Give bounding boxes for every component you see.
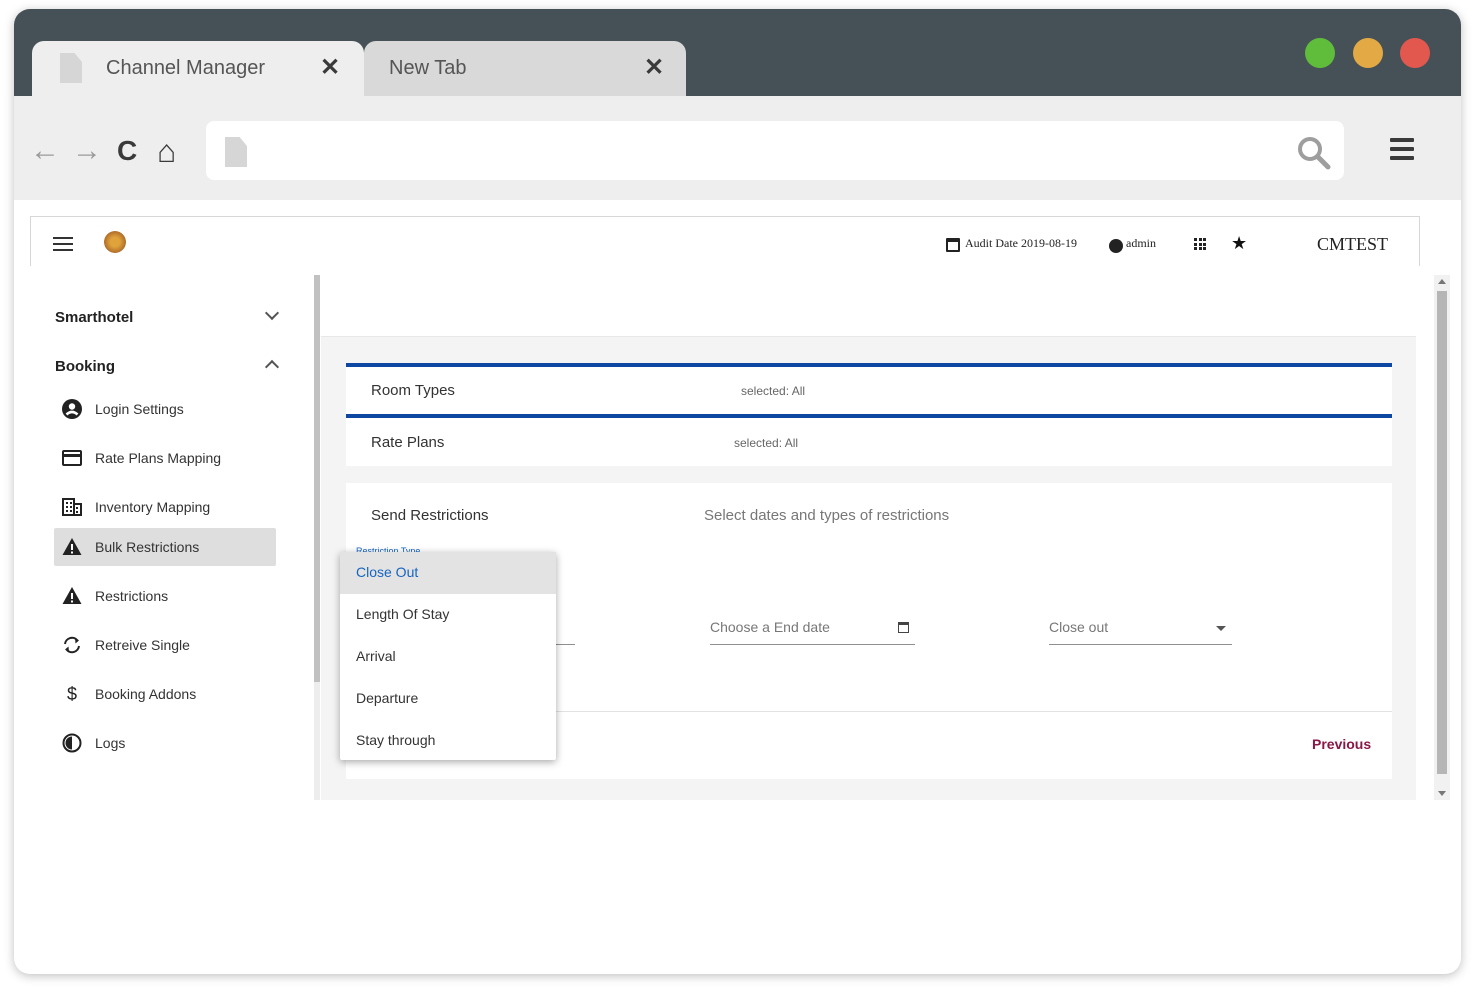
start-date-field[interactable] <box>556 613 575 645</box>
sidebar-scrollbar[interactable] <box>314 275 320 800</box>
chevron-up-icon[interactable] <box>264 359 280 375</box>
browser-menu-icon[interactable] <box>1390 138 1414 165</box>
option-label: Close Out <box>356 564 419 580</box>
panel-accent-bar <box>346 363 1392 367</box>
chevron-down-icon[interactable] <box>264 305 280 321</box>
send-restrictions-description: Select dates and types of restrictions <box>704 507 950 524</box>
tab-title: Channel Manager <box>106 57 265 79</box>
sidebar-item-inventory-mapping[interactable]: Inventory Mapping <box>54 488 276 526</box>
tab-channel-manager[interactable]: Channel Manager ✕ <box>32 41 364 96</box>
panel-accent-bar <box>346 414 1392 418</box>
close-window-button[interactable] <box>1400 38 1430 68</box>
room-types-selected: selected: All <box>741 384 806 398</box>
sync-icon <box>62 635 82 655</box>
url-bar[interactable] <box>206 121 1344 180</box>
scroll-up-icon[interactable] <box>1438 279 1446 284</box>
sidebar-item-bulk-restrictions[interactable]: Bulk Restrictions <box>54 528 276 566</box>
sidebar-item-label: Inventory Mapping <box>95 499 211 515</box>
maximize-button[interactable] <box>1305 38 1335 68</box>
dropdown-option-length-of-stay[interactable]: Length Of Stay <box>340 594 556 636</box>
dropdown-option-arrival[interactable]: Arrival <box>340 636 556 678</box>
reload-icon[interactable]: C <box>117 136 137 166</box>
user-icon <box>1109 239 1123 253</box>
apps-grid-icon[interactable] <box>1194 238 1206 250</box>
send-restrictions-title: Send Restrictions <box>371 507 489 524</box>
sidebar-group-smarthotel[interactable]: Smarthotel <box>55 309 133 326</box>
sidebar-item-label: Restrictions <box>95 588 169 604</box>
sidebar: Smarthotel Booking Login Settings Rate P… <box>30 266 306 791</box>
close-icon[interactable]: ✕ <box>320 53 340 82</box>
clock-icon <box>62 733 82 753</box>
scroll-down-icon[interactable] <box>1438 791 1446 796</box>
dropdown-option-close-out[interactable]: Close Out <box>340 552 556 594</box>
dropdown-option-stay-through[interactable]: Stay through <box>340 720 556 762</box>
app-container: Audit Date 2019-08-19 admin ★ CMTEST Sma… <box>30 216 1450 800</box>
home-icon[interactable]: ⌂ <box>157 135 176 167</box>
menu-icon[interactable] <box>53 237 73 255</box>
calendar-icon <box>946 238 960 252</box>
account-circle-icon <box>62 399 82 419</box>
rate-plans-panel[interactable]: Rate Plans selected: All <box>346 414 1392 466</box>
dollar-icon: $ <box>66 684 77 704</box>
chevron-down-icon <box>1216 626 1226 631</box>
building-icon <box>62 497 82 517</box>
sidebar-item-login-settings[interactable]: Login Settings <box>54 390 276 428</box>
search-icon[interactable] <box>1297 136 1331 170</box>
sidebar-item-label: Bulk Restrictions <box>95 539 200 555</box>
previous-button[interactable]: Previous <box>1312 736 1371 752</box>
close-icon[interactable]: ✕ <box>644 53 664 82</box>
option-label: Departure <box>356 690 419 706</box>
sidebar-item-logs[interactable]: Logs <box>54 724 276 762</box>
sidebar-item-restrictions[interactable]: Restrictions <box>54 577 276 615</box>
option-label: Length Of Stay <box>356 606 450 622</box>
option-label: Arrival <box>356 648 396 664</box>
room-types-panel[interactable]: Room Types selected: All <box>346 363 1392 415</box>
hotel-logo <box>104 231 126 253</box>
sidebar-item-label: Logs <box>95 735 126 751</box>
room-types-title: Room Types <box>371 382 455 399</box>
restriction-type-value: Close out <box>1049 619 1109 635</box>
forward-arrow-icon[interactable]: → <box>72 136 102 166</box>
brand-name: CMTEST <box>1317 234 1389 254</box>
sidebar-item-label: Booking Addons <box>95 686 197 702</box>
sidebar-item-label: Login Settings <box>95 401 184 417</box>
sidebar-item-rate-plans-mapping[interactable]: Rate Plans Mapping <box>54 439 276 477</box>
option-label: Stay through <box>356 732 436 748</box>
end-date-placeholder: Choose a End date <box>710 619 830 635</box>
dropdown-option-departure[interactable]: Departure <box>340 678 556 720</box>
main-scrollbar-thumb[interactable] <box>1437 291 1447 774</box>
browser-titlebar: Channel Manager ✕ New Tab ✕ <box>14 9 1461 96</box>
app-header: Audit Date 2019-08-19 admin ★ CMTEST <box>30 216 1420 266</box>
sidebar-item-label: Rate Plans Mapping <box>95 450 222 466</box>
user-name[interactable]: admin <box>1126 236 1156 251</box>
tab-title: New Tab <box>389 57 467 79</box>
restriction-type-dropdown: Close Out Length Of Stay Arrival Departu… <box>340 552 556 760</box>
sidebar-scrollbar-thumb[interactable] <box>314 275 320 682</box>
sidebar-item-retreive-single[interactable]: Retreive Single <box>54 626 276 664</box>
calendar-icon[interactable] <box>898 622 909 633</box>
warning-icon <box>62 586 82 606</box>
rate-plans-selected: selected: All <box>734 436 799 450</box>
main-top-bar <box>321 275 1416 337</box>
end-date-field[interactable]: Choose a End date <box>710 613 915 645</box>
restriction-type-select[interactable]: Close out <box>1049 613 1232 645</box>
tab-new-tab[interactable]: New Tab ✕ <box>364 41 686 96</box>
back-arrow-icon[interactable]: ← <box>30 136 60 166</box>
star-icon[interactable]: ★ <box>1231 233 1247 254</box>
credit-card-icon <box>62 448 82 468</box>
rate-plans-title: Rate Plans <box>371 434 445 451</box>
page-icon <box>225 137 247 167</box>
main-scrollbar[interactable] <box>1434 275 1450 800</box>
warning-icon <box>62 537 82 557</box>
audit-date: Audit Date 2019-08-19 <box>965 236 1077 250</box>
document-icon <box>60 53 82 83</box>
sidebar-item-booking-addons[interactable]: $ Booking Addons <box>54 675 276 713</box>
minimize-button[interactable] <box>1353 38 1383 68</box>
sidebar-item-label: Retreive Single <box>95 637 190 653</box>
browser-toolbar: ← → C ⌂ <box>14 96 1461 200</box>
sidebar-group-booking[interactable]: Booking <box>55 358 115 375</box>
